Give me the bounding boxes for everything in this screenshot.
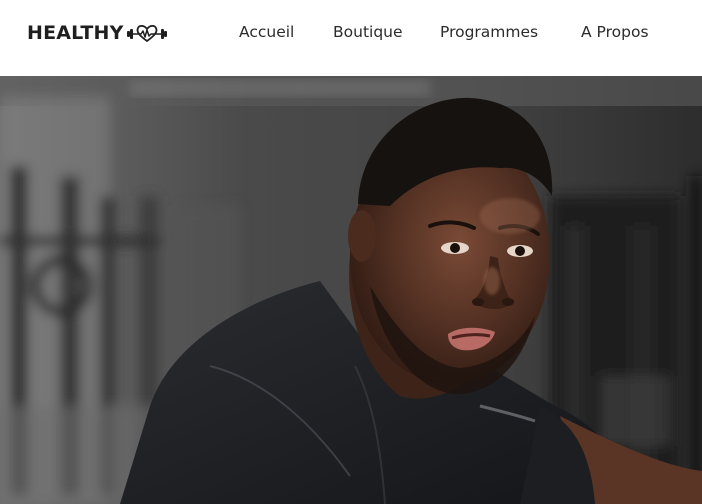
site-header: HEALTHY Accueil Boutique Programmes A Pr… bbox=[0, 0, 702, 76]
nav-item-accueil[interactable]: Accueil bbox=[239, 20, 294, 44]
nav-item-boutique[interactable]: Boutique bbox=[333, 20, 403, 44]
nav-item-programmes[interactable]: Programmes bbox=[440, 20, 538, 44]
hero-image bbox=[0, 76, 702, 504]
main-nav: Accueil Boutique Programmes A Propos bbox=[0, 20, 702, 44]
nav-item-a-propos[interactable]: A Propos bbox=[581, 20, 649, 44]
man-in-gym-photo bbox=[0, 76, 702, 504]
